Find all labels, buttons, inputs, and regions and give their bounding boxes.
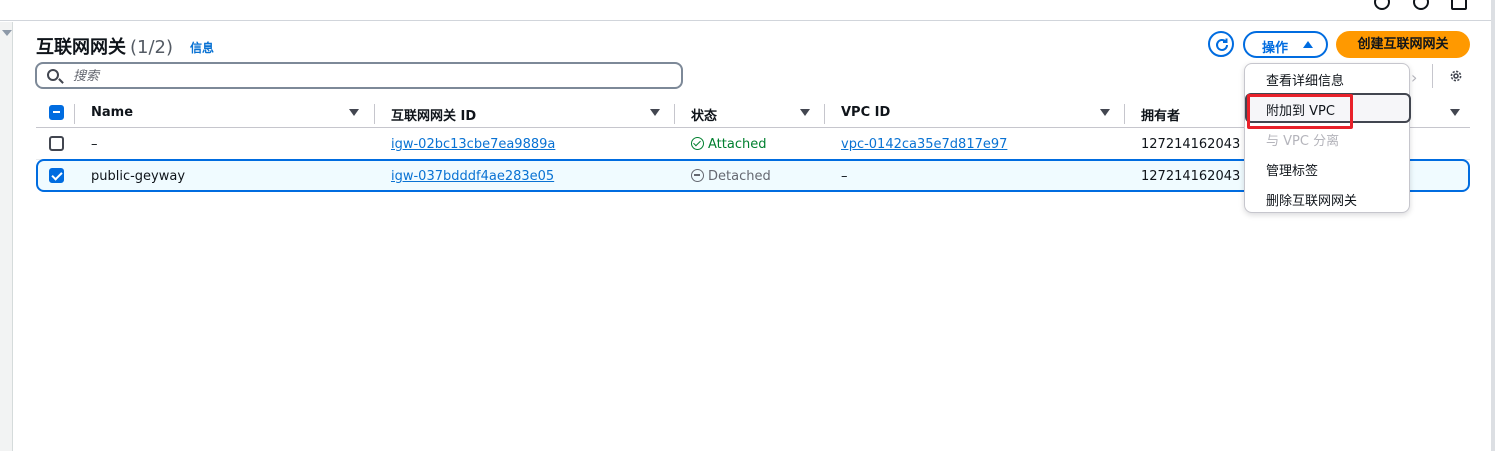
divider [1432, 64, 1433, 88]
column-header-vpc-id[interactable]: VPC ID [841, 105, 890, 120]
create-internet-gateway-button[interactable]: 创建互联网网关 [1336, 31, 1470, 58]
minus-circle-icon [691, 169, 704, 182]
refresh-button[interactable] [1208, 31, 1234, 57]
side-navigation-rail[interactable] [0, 22, 13, 451]
actions-button-label: 操作 [1262, 41, 1289, 56]
select-all-checkbox[interactable] [49, 105, 64, 120]
row-checkbox[interactable] [49, 136, 64, 151]
actions-dropdown-menu: 查看详细信息 附加到 VPC 与 VPC 分离 管理标签 删除互联网网关 [1244, 63, 1411, 213]
info-circle-icon[interactable] [1374, 0, 1390, 10]
cell-state: Attached [691, 137, 766, 152]
menu-item-view-details[interactable]: 查看详细信息 [1266, 70, 1344, 89]
refresh-icon [1216, 38, 1228, 51]
check-circle-icon [691, 137, 704, 150]
state-text: Detached [708, 169, 771, 184]
scrollbar[interactable] [1491, 0, 1495, 451]
annotation-highlight-box [1247, 94, 1353, 129]
cell-name: public-geyway [91, 169, 186, 184]
column-header-name[interactable]: Name [91, 105, 133, 120]
cell-state: Detached [691, 169, 771, 184]
page-title: 互联网网关 (1/2) [36, 33, 173, 59]
info-link[interactable]: 信息 [190, 39, 214, 56]
state-text: Attached [708, 137, 767, 152]
row-checkbox[interactable] [49, 168, 64, 183]
cell-igw-id-link[interactable]: igw-02bc13cbe7ea9889a [391, 137, 555, 152]
top-bar [0, 0, 1495, 21]
sort-icon[interactable] [650, 109, 660, 116]
cell-owner: 127214162043 [1141, 169, 1241, 184]
sort-icon[interactable] [800, 109, 810, 116]
menu-item-manage-tags[interactable]: 管理标签 [1266, 160, 1318, 179]
column-divider[interactable] [674, 104, 675, 124]
menu-item-delete-internet-gateway[interactable]: 删除互联网网关 [1266, 190, 1357, 209]
cell-owner: 127214162043 [1141, 137, 1241, 152]
sort-icon[interactable] [1450, 109, 1460, 116]
caret-up-icon [1303, 41, 1313, 48]
column-header-owner[interactable]: 拥有者 [1141, 105, 1180, 124]
cell-name: – [91, 137, 98, 152]
column-divider [74, 104, 75, 124]
search-input[interactable] [73, 67, 673, 85]
cell-vpc-id: – [841, 169, 848, 184]
gear-icon[interactable] [1449, 69, 1463, 83]
column-divider[interactable] [374, 104, 375, 124]
collapse-icon[interactable] [2, 30, 12, 36]
cell-vpc-id-link[interactable]: vpc-0142ca35e7d817e97 [841, 137, 1007, 152]
cell-igw-id-link[interactable]: igw-037bdddf4ae283e05 [391, 169, 554, 184]
selection-count: (1/2) [130, 37, 174, 58]
column-header-state[interactable]: 状态 [691, 105, 717, 124]
search-icon [47, 69, 59, 81]
sign-out-icon[interactable] [1451, 0, 1467, 10]
sort-icon[interactable] [349, 109, 359, 116]
sort-icon[interactable] [1100, 109, 1110, 116]
search-bar[interactable] [35, 62, 683, 89]
column-header-igw-id[interactable]: 互联网网关 ID [391, 105, 476, 124]
menu-item-detach-from-vpc: 与 VPC 分离 [1266, 134, 1340, 149]
column-divider[interactable] [824, 104, 825, 124]
page-title-text: 互联网网关 [36, 37, 126, 58]
shield-icon[interactable] [1413, 0, 1429, 10]
next-page-button[interactable]: › [1411, 68, 1417, 87]
column-divider[interactable] [1124, 104, 1125, 124]
actions-button[interactable]: 操作 [1243, 31, 1328, 58]
